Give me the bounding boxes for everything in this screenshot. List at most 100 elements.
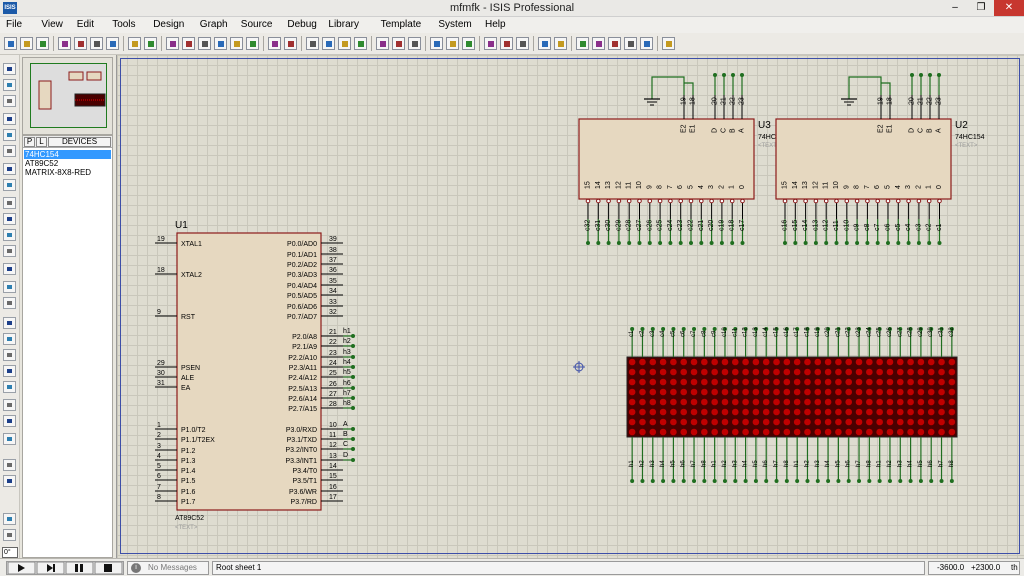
component-mode-icon[interactable] bbox=[3, 79, 16, 91]
net-label: h3 bbox=[815, 460, 821, 467]
remove-sheet-icon[interactable] bbox=[576, 37, 589, 50]
led-dot bbox=[711, 408, 718, 416]
rotate-clockwise-icon[interactable] bbox=[3, 459, 16, 471]
marker-icon[interactable] bbox=[3, 433, 16, 445]
block-move-icon[interactable] bbox=[376, 37, 389, 50]
mirror-y-icon[interactable] bbox=[3, 529, 16, 541]
wire-label-icon[interactable] bbox=[3, 113, 16, 125]
close-button[interactable]: ✕ bbox=[994, 0, 1024, 16]
cut-icon[interactable] bbox=[306, 37, 319, 50]
terminals-icon[interactable] bbox=[3, 179, 16, 191]
refresh-icon[interactable] bbox=[128, 37, 141, 50]
decompose-icon[interactable] bbox=[484, 37, 497, 50]
device-item[interactable]: MATRIX-8X8-RED bbox=[24, 168, 111, 177]
menu-help[interactable]: Help bbox=[483, 18, 508, 32]
redo-icon[interactable] bbox=[284, 37, 297, 50]
pick-device-icon[interactable] bbox=[430, 37, 443, 50]
graph-mode-icon[interactable] bbox=[3, 213, 16, 225]
rotate-anticlockwise-icon[interactable] bbox=[3, 475, 16, 487]
editing-window[interactable]: U1 AT89C52 <TEXT> 19 XTAL1 18 XTAL2 9 RST 29 PSEN 3… bbox=[116, 55, 1024, 558]
search-tag-icon[interactable] bbox=[516, 37, 529, 50]
bom-icon[interactable] bbox=[608, 37, 621, 50]
property-assign-icon[interactable] bbox=[538, 37, 551, 50]
text-icon[interactable] bbox=[3, 399, 16, 411]
copy-icon[interactable] bbox=[322, 37, 335, 50]
arc-icon[interactable] bbox=[3, 365, 16, 377]
subcircuit-icon[interactable] bbox=[3, 163, 16, 175]
ares-icon[interactable] bbox=[662, 37, 675, 50]
tape-recorder-icon[interactable] bbox=[3, 229, 16, 241]
library-manager-button[interactable]: L bbox=[36, 137, 47, 147]
origin-icon[interactable] bbox=[166, 37, 179, 50]
menu-graph[interactable]: Graph bbox=[198, 18, 230, 32]
messages-panel[interactable]: i No Messages bbox=[127, 561, 209, 575]
menu-debug[interactable]: Debug bbox=[285, 18, 318, 32]
device-pins-icon[interactable] bbox=[3, 197, 16, 209]
block-delete-icon[interactable] bbox=[408, 37, 421, 50]
zoom-area-icon[interactable] bbox=[246, 37, 259, 50]
bus-icon[interactable] bbox=[3, 145, 16, 157]
print-area-icon[interactable] bbox=[106, 37, 119, 50]
minimize-button[interactable]: – bbox=[942, 0, 968, 16]
netlist-icon[interactable] bbox=[640, 37, 653, 50]
menu-library[interactable]: Library bbox=[326, 18, 361, 32]
device-item[interactable]: 74HC154 bbox=[24, 150, 111, 159]
zoom-in-icon[interactable] bbox=[198, 37, 211, 50]
play-button[interactable] bbox=[7, 562, 36, 574]
text-script-icon[interactable] bbox=[3, 129, 16, 141]
make-device-icon[interactable] bbox=[446, 37, 459, 50]
block-rotate-icon[interactable] bbox=[392, 37, 405, 50]
mirror-x-icon[interactable] bbox=[3, 513, 16, 525]
pick-devices-button[interactable]: P bbox=[24, 137, 35, 147]
block-copy-icon[interactable] bbox=[354, 37, 367, 50]
overview-window[interactable] bbox=[22, 57, 113, 135]
pause-button[interactable] bbox=[65, 562, 94, 574]
restore-button[interactable]: ❐ bbox=[968, 0, 994, 16]
menu-view[interactable]: View bbox=[39, 18, 65, 32]
generator-icon[interactable] bbox=[3, 245, 16, 257]
step-button[interactable] bbox=[36, 562, 65, 574]
selection-mode-icon[interactable] bbox=[3, 63, 16, 75]
overview-viewport[interactable] bbox=[30, 63, 107, 128]
menu-file[interactable]: File bbox=[4, 18, 24, 32]
schematic-drawing[interactable]: U1AT89C52<TEXT>19XTAL118XTAL29RST29PSEN3… bbox=[117, 55, 1024, 558]
virtual-instruments-icon[interactable] bbox=[3, 297, 16, 309]
voltage-probe-icon[interactable] bbox=[3, 263, 16, 275]
rotation-angle-field[interactable]: 0° bbox=[2, 547, 18, 558]
exit-parent-icon[interactable] bbox=[592, 37, 605, 50]
circle-icon[interactable] bbox=[3, 349, 16, 361]
menu-source[interactable]: Source bbox=[239, 18, 275, 32]
print-icon[interactable] bbox=[90, 37, 103, 50]
menu-template[interactable]: Template bbox=[379, 18, 424, 32]
stop-button[interactable] bbox=[94, 562, 123, 574]
menu-system[interactable]: System bbox=[436, 18, 473, 32]
grid-icon[interactable] bbox=[144, 37, 157, 50]
erc-icon[interactable] bbox=[624, 37, 637, 50]
decoder-output-number: 13 bbox=[802, 181, 809, 189]
pan-icon[interactable] bbox=[182, 37, 195, 50]
junction-dot-icon[interactable] bbox=[3, 95, 16, 107]
schematic-canvas[interactable]: U1 AT89C52 <TEXT> 19 XTAL1 18 XTAL2 9 RST 29 PSEN 3… bbox=[117, 55, 1024, 558]
path-icon[interactable] bbox=[3, 381, 16, 393]
menu-edit[interactable]: Edit bbox=[75, 18, 96, 32]
wire-autorouter-icon[interactable] bbox=[500, 37, 513, 50]
undo-icon[interactable] bbox=[268, 37, 281, 50]
line-icon[interactable] bbox=[3, 317, 16, 329]
zoom-all-icon[interactable] bbox=[230, 37, 243, 50]
open-icon[interactable] bbox=[20, 37, 33, 50]
menu-tools[interactable]: Tools bbox=[110, 18, 137, 32]
device-item[interactable]: AT89C52 bbox=[24, 159, 111, 168]
packaging-icon[interactable] bbox=[462, 37, 475, 50]
export-icon[interactable] bbox=[74, 37, 87, 50]
zoom-out-icon[interactable] bbox=[214, 37, 227, 50]
box-icon[interactable] bbox=[3, 333, 16, 345]
symbol-icon[interactable] bbox=[3, 415, 16, 427]
new-sheet-icon[interactable] bbox=[554, 37, 567, 50]
save-icon[interactable] bbox=[36, 37, 49, 50]
menu-design[interactable]: Design bbox=[151, 18, 186, 32]
paste-icon[interactable] bbox=[338, 37, 351, 50]
import-icon[interactable] bbox=[58, 37, 71, 50]
current-probe-icon[interactable] bbox=[3, 281, 16, 293]
decoder-output-number: 14 bbox=[792, 181, 799, 189]
new-icon[interactable] bbox=[4, 37, 17, 50]
